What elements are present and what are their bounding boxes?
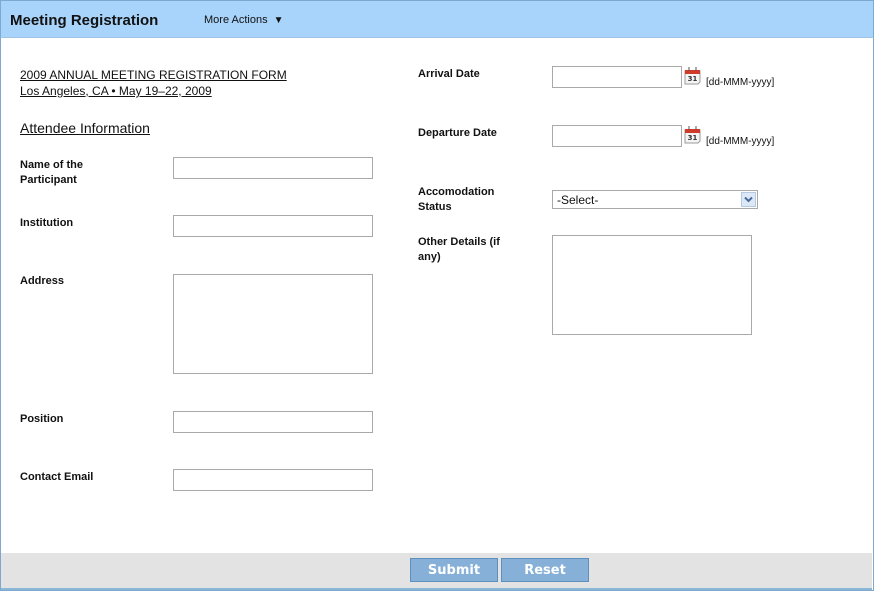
other-details-textarea[interactable] — [552, 235, 752, 335]
calendar-icon[interactable]: 31 — [683, 125, 703, 145]
header-bar: Meeting Registration More Actions ▼ — [0, 0, 874, 38]
form-title: 2009 ANNUAL MEETING REGISTRATION FORM Lo… — [20, 67, 287, 99]
institution-label: Institution — [20, 217, 74, 229]
form-title-line2: Los Angeles, CA • May 19–22, 2009 — [20, 84, 212, 98]
position-input[interactable] — [173, 411, 373, 433]
accommodation-label-line2: Status — [418, 201, 452, 213]
departure-date-format-hint: [dd-MMM-yyyy] — [706, 136, 775, 147]
submit-button[interactable]: Submit — [410, 558, 498, 582]
more-actions-menu[interactable]: More Actions ▼ — [204, 14, 284, 26]
arrival-date-label: Arrival Date — [418, 68, 480, 80]
calendar-day-text: 31 — [688, 75, 698, 83]
reset-button[interactable]: Reset — [501, 558, 589, 582]
other-details-label-line1: Other Details (if — [418, 236, 500, 248]
contact-email-input[interactable] — [173, 469, 373, 491]
accommodation-selected-value: -Select- — [557, 193, 599, 207]
calendar-icon[interactable]: 31 — [683, 66, 703, 86]
caret-down-icon: ▼ — [273, 15, 284, 26]
accommodation-label-line1: Accomodation — [418, 186, 495, 198]
name-label-line1: Name of the — [20, 159, 83, 171]
app-title: Meeting Registration — [10, 12, 159, 29]
more-actions-label: More Actions — [204, 14, 268, 26]
address-label: Address — [20, 275, 65, 287]
departure-date-label: Departure Date — [418, 127, 497, 139]
dropdown-arrow[interactable] — [741, 192, 756, 207]
contact-email-label: Contact Email — [20, 471, 94, 483]
name-label-line2: Participant — [20, 174, 77, 186]
accommodation-status-select[interactable]: -Select- — [552, 190, 758, 209]
chevron-down-icon — [744, 196, 753, 203]
departure-date-input[interactable] — [552, 125, 682, 147]
address-textarea[interactable] — [173, 274, 373, 374]
section-title-attendee: Attendee Information — [20, 120, 150, 136]
form-title-line1: 2009 ANNUAL MEETING REGISTRATION FORM — [20, 68, 287, 82]
accommodation-status-label: Accomodation Status — [418, 185, 494, 215]
arrival-date-format-hint: [dd-MMM-yyyy] — [706, 77, 775, 88]
other-details-label: Other Details (if any) — [418, 235, 500, 265]
participant-name-input[interactable] — [173, 157, 373, 179]
calendar-day-text: 31 — [688, 134, 698, 142]
name-label: Name of the Participant — [20, 158, 83, 188]
other-details-label-line2: any) — [418, 251, 441, 263]
footer-bar: Submit Reset — [1, 553, 872, 590]
institution-input[interactable] — [173, 215, 373, 237]
position-label: Position — [20, 413, 64, 425]
arrival-date-input[interactable] — [552, 66, 682, 88]
